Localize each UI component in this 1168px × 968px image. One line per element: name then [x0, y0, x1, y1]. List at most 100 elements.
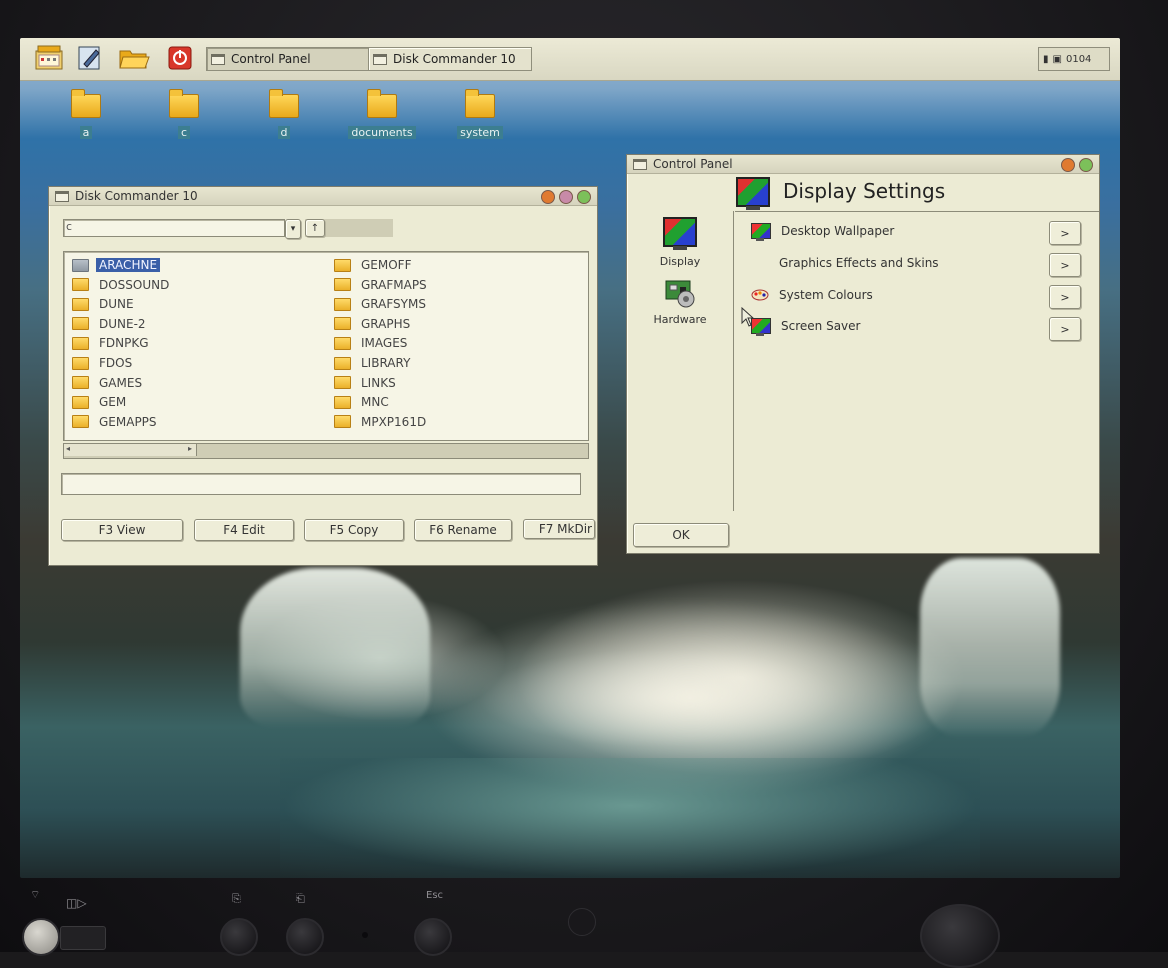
desktop-icon-documents[interactable]: documents — [342, 89, 422, 154]
file-list-item[interactable]: FDOS — [72, 354, 132, 372]
desktop-icon-d[interactable]: d — [244, 89, 324, 154]
path-input[interactable]: c — [63, 219, 285, 237]
file-list-item[interactable]: LINKS — [334, 374, 396, 392]
minimize-button[interactable] — [1061, 158, 1075, 172]
item-desktop-wallpaper[interactable]: Desktop Wallpaper — [751, 219, 894, 243]
folder-icon — [334, 278, 351, 292]
network-icon[interactable]: ▣ — [1053, 54, 1062, 65]
horizontal-scrollbar[interactable]: ◂ ▸ — [63, 443, 589, 459]
f7-mkdir-button[interactable]: F7 MkDir — [523, 519, 595, 539]
item-graphics-effects[interactable]: Graphics Effects and Skins — [779, 251, 939, 275]
page-title: Display Settings — [783, 179, 946, 203]
f4-edit-button[interactable]: F4 Edit — [194, 519, 294, 541]
mouse-cursor-icon — [741, 307, 755, 327]
folder-icon — [465, 89, 495, 118]
file-list-item[interactable]: MNC — [334, 393, 389, 411]
file-list-item[interactable]: DOSSOUND — [72, 276, 169, 294]
hardware-button-2[interactable] — [286, 918, 324, 956]
calendar-icon[interactable] — [34, 43, 66, 73]
file-list-item[interactable]: DUNE — [72, 295, 134, 313]
file-name: LIBRARY — [361, 356, 411, 370]
f6-rename-button[interactable]: F6 Rename — [414, 519, 512, 541]
wifi-icon: ⌔ — [30, 888, 41, 901]
item-label: Graphics Effects and Skins — [779, 256, 939, 270]
file-list-item[interactable]: FDNPKG — [72, 334, 149, 352]
palette-icon — [751, 288, 769, 302]
item-system-colours[interactable]: System Colours — [751, 283, 873, 307]
file-list[interactable]: ARACHNE DOSSOUND DUNE DUNE-2 FDNPKG FDOS GAMES… — [63, 251, 589, 441]
file-list-item[interactable]: GEMAPPS — [72, 413, 157, 431]
f5-copy-button[interactable]: F5 Copy — [304, 519, 404, 541]
file-name: GEMAPPS — [99, 414, 157, 429]
esc-button[interactable] — [414, 918, 452, 956]
graphics-effects-arrow-button[interactable]: > — [1049, 253, 1081, 277]
item-label: Screen Saver — [781, 319, 861, 333]
system-colours-arrow-button[interactable]: > — [1049, 285, 1081, 309]
screen-saver-arrow-button[interactable]: > — [1049, 317, 1081, 341]
file-list-item[interactable]: MPXP161D — [334, 413, 426, 431]
file-list-item[interactable]: DUNE-2 — [72, 315, 146, 333]
desktop-wallpaper-arrow-button[interactable]: > — [1049, 221, 1081, 245]
slider-switch[interactable] — [60, 926, 106, 950]
desktop-icon-c[interactable]: c — [144, 89, 224, 154]
sidebar-item-label: Display — [659, 255, 701, 268]
folder-open-icon[interactable] — [118, 43, 150, 73]
file-name: GEMOFF — [361, 258, 412, 272]
file-list-item[interactable]: GRAPHS — [334, 315, 410, 333]
menu-icon: ⎗ — [296, 892, 305, 905]
file-list-item[interactable]: GAMES — [72, 374, 142, 392]
button-label: F5 Copy — [329, 523, 379, 537]
folder-icon — [72, 317, 89, 331]
arrow-label: > — [1060, 290, 1070, 304]
taskbar: Control Panel Disk Commander 10 ▮ ▣ 0104 — [20, 38, 1120, 81]
window-titlebar[interactable]: Control Panel — [627, 155, 1099, 174]
keyboard-icon[interactable]: ▮ — [1043, 54, 1049, 65]
scrollbar-thumb[interactable]: ◂ ▸ — [64, 444, 197, 456]
scroll-right-arrow[interactable]: ▸ — [188, 444, 192, 453]
maximize-button[interactable] — [559, 190, 573, 204]
scroll-left-arrow[interactable]: ◂ — [66, 444, 70, 453]
file-list-item[interactable]: IMAGES — [334, 334, 407, 352]
task-disk-commander[interactable]: Disk Commander 10 — [368, 47, 532, 71]
close-button[interactable] — [577, 190, 591, 204]
command-line-input[interactable] — [61, 473, 581, 495]
close-button[interactable] — [1079, 158, 1093, 172]
power-icon[interactable] — [164, 43, 196, 73]
folder-icon — [71, 89, 101, 118]
file-list-item[interactable]: ARACHNE — [72, 256, 161, 274]
file-list-item[interactable]: GEMOFF — [334, 256, 411, 274]
f3-view-button[interactable]: F3 View — [61, 519, 183, 541]
edit-icon[interactable] — [74, 43, 106, 73]
navigation-pad[interactable] — [920, 904, 1000, 968]
file-list-item[interactable]: GRAFMAPS — [334, 276, 427, 294]
sidebar-item-hardware[interactable]: Hardware — [641, 275, 719, 326]
display-icon — [663, 217, 697, 250]
task-control-panel[interactable]: Control Panel — [206, 47, 370, 71]
power-switch[interactable] — [22, 918, 60, 956]
rotate-icon: ⎘ — [232, 892, 241, 905]
button-label: F4 Edit — [223, 523, 265, 537]
file-list-item[interactable]: GEM — [72, 393, 126, 411]
button-label: F3 View — [98, 523, 146, 537]
folder-icon — [72, 395, 89, 409]
up-directory-button[interactable]: ↑ — [305, 219, 325, 237]
file-name: GAMES — [99, 375, 143, 390]
system-tray: ▮ ▣ 0104 — [1038, 47, 1110, 71]
hardware-button-1[interactable] — [220, 918, 258, 956]
sidebar-item-display[interactable]: Display — [647, 217, 713, 268]
desktop-icon-label: c — [177, 126, 191, 139]
folder-icon — [367, 89, 397, 118]
desktop-icon-a[interactable]: a — [46, 89, 126, 154]
item-label: System Colours — [779, 288, 873, 302]
item-label: Desktop Wallpaper — [781, 224, 895, 238]
item-screen-saver[interactable]: Screen Saver — [751, 314, 860, 338]
ok-button[interactable]: OK — [633, 523, 729, 547]
file-list-item[interactable]: GRAFSYMS — [334, 295, 426, 313]
desktop-icon-system[interactable]: system — [440, 89, 520, 154]
button-label: F6 Rename — [429, 523, 497, 537]
window-titlebar[interactable]: Disk Commander 10 — [49, 187, 597, 206]
file-list-item[interactable]: LIBRARY — [334, 354, 410, 372]
path-dropdown-button[interactable]: ▾ — [285, 219, 301, 239]
camera-sensor — [568, 908, 596, 936]
minimize-button[interactable] — [541, 190, 555, 204]
